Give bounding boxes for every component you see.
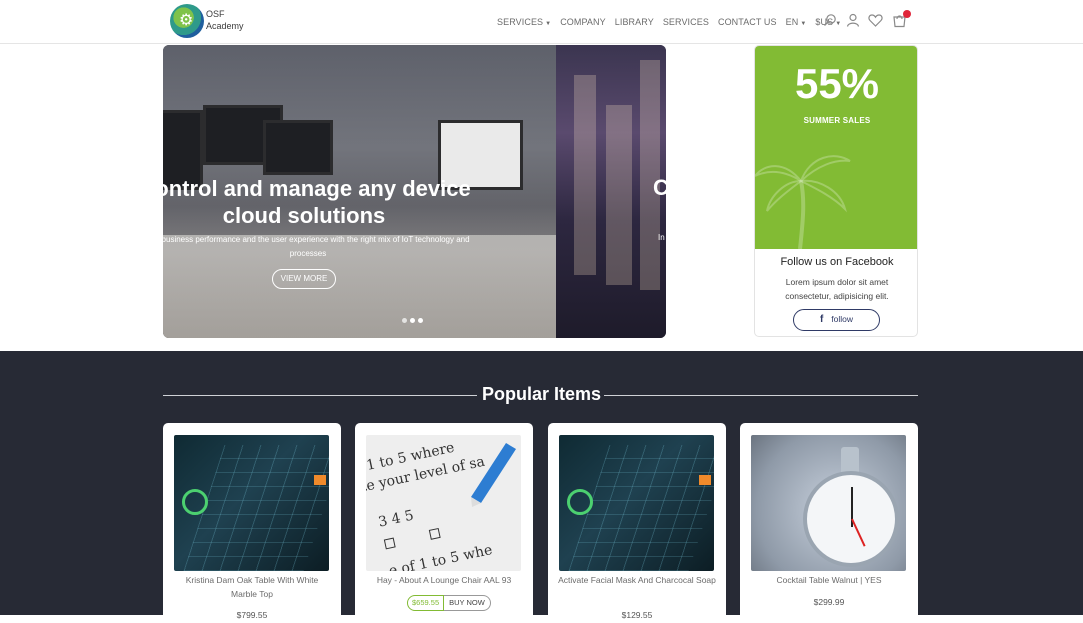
sale-percent: 55% xyxy=(794,60,880,107)
section-title: Popular Items xyxy=(481,384,602,404)
facebook-title: Follow us on Facebook xyxy=(780,256,894,268)
facebook-text: Lorem ipsum dolor sit amet consectetur, … xyxy=(785,277,889,301)
language-selector[interactable]: EN ▼ xyxy=(786,17,807,27)
nav-company[interactable]: COMPANY xyxy=(560,17,606,27)
product-price: $129.55 xyxy=(621,610,653,620)
product-title[interactable]: Kristina Dam Oak Table With White Marble… xyxy=(173,573,331,601)
product-card[interactable]: Activate Facial Mask And Charcocal Soap … xyxy=(548,423,726,623)
site-header: OSF Academy SERVICES▼ COMPANY LIBRARY SE… xyxy=(0,0,1083,44)
logo-line1: OSF xyxy=(206,9,225,19)
price-buy-group: $659.55 BUY NOW xyxy=(407,595,491,611)
product-card[interactable]: Kristina Dam Oak Table With White Marble… xyxy=(163,423,341,623)
view-more-button[interactable]: VIEW MORE xyxy=(272,269,336,289)
main-nav: SERVICES ▼ COMPANY LIBRARY SERVICES CONTA… xyxy=(497,15,850,29)
next-slide-title: C xyxy=(653,175,666,200)
cart-badge xyxy=(903,10,911,18)
product-price: $659.55 xyxy=(407,595,445,611)
product-image[interactable]: 1 to 5 where te your level of sa 3 4 5 e… xyxy=(366,435,521,571)
product-card[interactable]: Cocktail Table Walnut | YES $299.99 xyxy=(740,423,918,623)
user-icon[interactable] xyxy=(845,13,861,29)
carousel-dot[interactable] xyxy=(410,318,415,323)
facebook-follow-button[interactable]: f follow xyxy=(793,309,880,331)
carousel-dots xyxy=(402,318,423,323)
nav-library[interactable]: LIBRARY xyxy=(615,17,654,27)
svg-text:e of 1 to 5 whe: e of 1 to 5 whe xyxy=(387,542,493,571)
buy-now-button[interactable]: BUY NOW xyxy=(444,595,491,611)
nav-contact-us[interactable]: CONTACT US xyxy=(718,17,777,27)
product-image[interactable] xyxy=(174,435,329,571)
logo[interactable]: OSF Academy xyxy=(170,4,250,38)
chevron-down-icon: ▼ xyxy=(545,21,552,27)
palm-tree-icon xyxy=(755,155,851,249)
popular-items-section: Popular Items Kristina Dam Oak Table Wit… xyxy=(0,351,1083,623)
title-divider-right xyxy=(604,395,918,396)
nav-services-dropdown[interactable]: SERVICES ▼ xyxy=(497,17,551,27)
sale-label: SUMMER SALES xyxy=(803,116,871,125)
logo-line2: Academy xyxy=(206,21,244,31)
carousel-dot[interactable] xyxy=(418,318,423,323)
product-title[interactable]: Hay - About A Lounge Chair AAL 93 xyxy=(365,573,523,587)
product-image[interactable] xyxy=(559,435,714,571)
product-price: $299.99 xyxy=(813,597,845,607)
nav-services[interactable]: SERVICES xyxy=(663,17,709,27)
search-icon[interactable] xyxy=(822,13,838,29)
svg-text:3 4 5: 3 4 5 xyxy=(377,508,415,531)
product-card[interactable]: 1 to 5 where te your level of sa 3 4 5 e… xyxy=(355,423,533,623)
facebook-icon: f xyxy=(819,314,824,325)
promo-card: 55% SUMMER SALES Follow us on Facebook L… xyxy=(754,45,918,337)
product-image[interactable] xyxy=(751,435,906,571)
hero-title-line2: cloud solutions xyxy=(222,203,386,228)
hero-subtitle: ove business performance and the user ex… xyxy=(163,235,470,258)
next-slide-subtitle: In xyxy=(658,233,665,242)
heart-icon[interactable] xyxy=(867,13,883,29)
carousel-dot[interactable] xyxy=(402,318,407,323)
logo-gear-icon xyxy=(170,4,204,38)
hero-next-slide-image xyxy=(556,45,666,338)
logo-text: OSF Academy xyxy=(206,8,244,32)
hero-title-line1: ontrol and manage any device xyxy=(163,176,471,201)
product-title[interactable]: Cocktail Table Walnut | YES xyxy=(750,573,908,587)
product-title[interactable]: Activate Facial Mask And Charcocal Soap xyxy=(558,573,716,587)
chevron-down-icon: ▼ xyxy=(800,21,807,27)
summer-sale-banner[interactable]: 55% SUMMER SALES xyxy=(755,46,917,249)
hero-carousel[interactable]: ontrol and manage any device cloud solut… xyxy=(163,45,666,338)
product-price: $799.55 xyxy=(236,610,268,620)
